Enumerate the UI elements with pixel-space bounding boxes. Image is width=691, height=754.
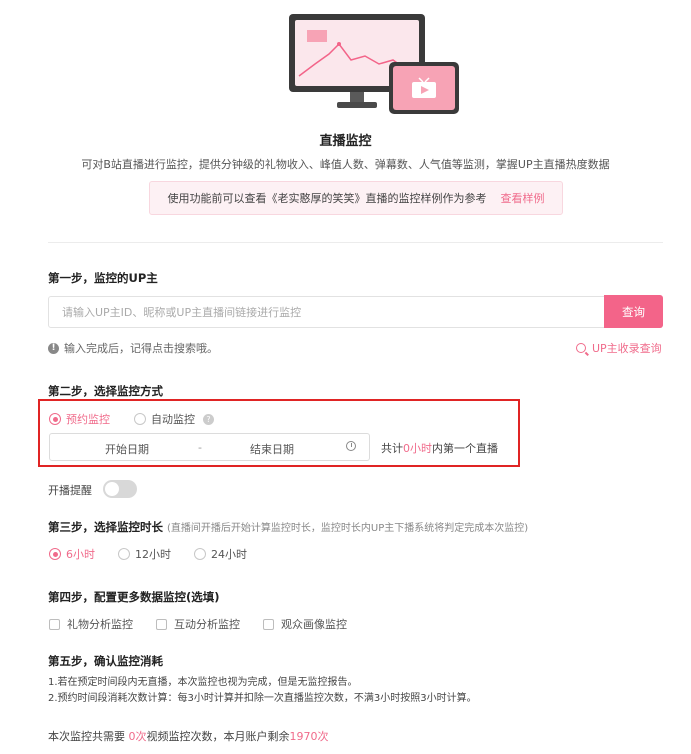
step4-title: 第四步，配置更多数据监控(选填) — [48, 590, 220, 604]
checkbox-audience-profile[interactable]: 观众画像监控 — [263, 616, 347, 632]
collect-link-label: UP主收录查询 — [592, 342, 662, 355]
rule-2: 2.预约时间段消耗次数计算：每3小时计算并扣除一次直播监控次数，不满3小时按照3… — [48, 693, 477, 704]
radio-duration-6h[interactable]: 6小时 — [49, 546, 95, 562]
radio-duration-24h[interactable]: 24小时 — [194, 546, 247, 562]
radio-circle — [49, 548, 61, 560]
live-reminder-toggle[interactable] — [103, 480, 137, 498]
info-icon: ! — [48, 342, 59, 354]
clock-icon — [346, 441, 356, 451]
total-hours-text: 共计0小时内第一个直播 — [381, 442, 498, 455]
help-icon[interactable]: ? — [203, 413, 214, 425]
search-box — [48, 296, 663, 328]
tv-icon — [389, 62, 459, 114]
start-date-field[interactable]: 开始日期 — [105, 441, 149, 457]
step3-title: 第三步，选择监控时长 (直播间开播后开始计算监控时长，监控时长内UP主下播系统将… — [48, 520, 529, 534]
date-separator: - — [198, 441, 202, 454]
radio-label: 预约监控 — [66, 413, 110, 426]
page-title: 直播监控 — [319, 134, 372, 149]
checkbox-label: 观众画像监控 — [281, 618, 347, 631]
search-icon — [576, 343, 586, 353]
step3-note: (直播间开播后开始计算监控时长，监控时长内UP主下播系统将判定完成本次监控) — [167, 523, 529, 534]
consumption-summary: 本次监控共需要 0次视频监控次数，本月账户剩余1970次 — [48, 730, 329, 743]
rule-1: 1.若在预定时间段内无直播，本次监控也视为完成，但是无监控报告。 — [48, 677, 358, 688]
consumption-rules: 1.若在预定时间段内无直播，本次监控也视为完成，但是无监控报告。 2.预约时间段… — [48, 675, 477, 707]
live-reminder-label: 开播提醒 — [48, 484, 92, 497]
hint-text: 输入完成后，记得点击搜索哦。 — [64, 342, 218, 355]
radio-scheduled-monitor[interactable]: 预约监控 — [49, 411, 110, 427]
sample-notice: 使用功能前可以查看《老实憨厚的笑笑》直播的监控样例作为参考 查看样例 — [149, 181, 563, 215]
checkbox-label: 互动分析监控 — [174, 618, 240, 631]
search-button[interactable]: 查询 — [604, 295, 663, 328]
checkbox-label: 礼物分析监控 — [67, 618, 133, 631]
checkbox-box — [49, 618, 60, 630]
live-monitor-illustration — [289, 14, 459, 116]
divider — [48, 242, 663, 243]
radio-auto-monitor[interactable]: 自动监控 ? — [134, 411, 214, 427]
radio-circle — [134, 413, 146, 425]
toggle-knob — [105, 482, 119, 496]
checkbox-interaction-analysis[interactable]: 互动分析监控 — [156, 616, 240, 632]
step5-title: 第五步，确认监控消耗 — [48, 654, 163, 668]
view-sample-link[interactable]: 查看样例 — [501, 190, 545, 206]
up-collect-query-link[interactable]: UP主收录查询 — [576, 340, 662, 356]
radio-label: 6小时 — [66, 548, 95, 561]
radio-label: 12小时 — [135, 548, 171, 561]
checkbox-box — [263, 618, 274, 630]
step2-title: 第二步，选择监控方式 — [48, 384, 163, 398]
notice-text: 使用功能前可以查看《老实憨厚的笑笑》直播的监控样例作为参考 — [167, 192, 487, 205]
radio-circle — [49, 413, 61, 425]
end-date-field[interactable]: 结束日期 — [250, 441, 294, 457]
date-range-picker[interactable]: 开始日期 - 结束日期 — [49, 433, 370, 461]
total-hours-value: 0小时 — [403, 442, 432, 455]
checkbox-gift-analysis[interactable]: 礼物分析监控 — [49, 616, 133, 632]
up-search-input[interactable] — [49, 297, 605, 327]
checkbox-box — [156, 618, 167, 630]
radio-circle — [194, 548, 206, 560]
radio-label: 24小时 — [211, 548, 247, 561]
needed-count: 0次 — [128, 730, 147, 743]
page-subtitle: 可对B站直播进行监控，提供分钟级的礼物收入、峰值人数、弹幕数、人气值等监测，掌握… — [81, 158, 610, 171]
radio-label: 自动监控 — [151, 413, 195, 426]
search-hint: ! 输入完成后，记得点击搜索哦。 — [48, 340, 218, 356]
remaining-count: 1970次 — [289, 730, 329, 743]
radio-duration-12h[interactable]: 12小时 — [118, 546, 171, 562]
step1-title: 第一步，监控的UP主 — [48, 271, 158, 285]
radio-circle — [118, 548, 130, 560]
